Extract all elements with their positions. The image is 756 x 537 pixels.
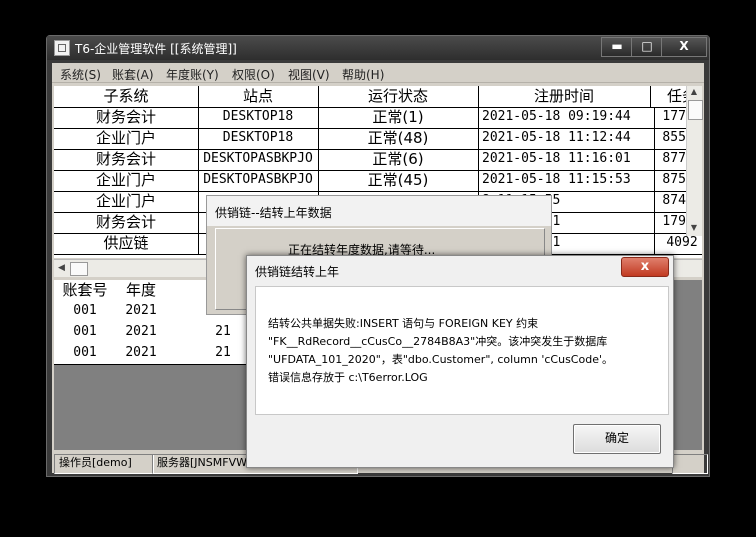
scroll-up-arrow-icon[interactable]: ▲ xyxy=(689,88,699,96)
table-cell[interactable]: 财务会计 xyxy=(54,212,199,234)
table-cell[interactable]: 2021-05-18 09:19:44 xyxy=(478,107,655,129)
menu-system[interactable]: 系统(S) xyxy=(60,66,101,83)
column-header[interactable]: 运行状态 xyxy=(318,86,479,108)
table-cell[interactable]: 企业门户 xyxy=(54,191,199,213)
menu-permission[interactable]: 权限(O) xyxy=(232,66,275,83)
scroll-left-arrow-icon[interactable]: ◀ xyxy=(58,263,65,273)
error-message-panel: 结转公共单据失败:INSERT 语句与 FOREIGN KEY 约束 "FK__… xyxy=(255,286,669,415)
table-cell[interactable]: 2021-05-18 11:16:01 xyxy=(478,149,655,171)
menu-bar: 系统(S) 账套(A) 年度账(Y) 权限(O) 视图(V) 帮助(H) xyxy=(52,63,704,83)
table-cell[interactable]: 2021 xyxy=(116,343,167,365)
error-dialog-titlebar[interactable]: 供销链结转上年 x xyxy=(247,256,673,282)
error-dialog: 供销链结转上年 x 结转公共单据失败:INSERT 语句与 FOREIGN KE… xyxy=(246,255,674,468)
ok-button[interactable]: 确定 xyxy=(573,424,661,454)
table-cell[interactable]: DESKTOPASBKPJO xyxy=(198,170,319,192)
table-cell[interactable]: 2021-05-18 11:15:53 xyxy=(478,170,655,192)
error-line: "FK__RdRecord__cCusCo__2784B8A3"冲突。该冲突发生… xyxy=(268,335,608,348)
menu-year-account[interactable]: 年度账(Y) xyxy=(166,66,219,83)
table-cell[interactable]: 企业门户 xyxy=(54,170,199,192)
table-cell[interactable]: 2021 xyxy=(116,301,167,323)
table-cell[interactable]: 财务会计 xyxy=(54,149,199,171)
error-dialog-title: 供销链结转上年 xyxy=(255,265,340,279)
close-icon[interactable]: x xyxy=(621,257,669,277)
table-cell[interactable]: 正常(1) xyxy=(318,107,479,129)
table-cell[interactable]: 4092 xyxy=(650,233,702,255)
error-line: 错误信息存放于 c:\T6error.LOG xyxy=(268,371,428,384)
table-cell[interactable]: 001 xyxy=(54,343,117,365)
menu-help[interactable]: 帮助(H) xyxy=(342,66,384,83)
column-header[interactable]: 年度 xyxy=(116,280,167,302)
status-operator: 操作员[demo] xyxy=(54,454,154,474)
table-cell[interactable]: 企业门户 xyxy=(54,128,199,150)
status-extra xyxy=(672,454,708,474)
close-button[interactable]: X xyxy=(661,37,707,57)
vertical-scrollbar[interactable]: ▲ ▼ xyxy=(686,86,703,236)
error-message: 结转公共单据失败:INSERT 语句与 FOREIGN KEY 约束 "FK__… xyxy=(268,315,664,387)
table-cell[interactable]: DESKTOP18 xyxy=(198,128,319,150)
window-title: T6-企业管理软件 [[系统管理]] xyxy=(75,42,237,56)
table-cell[interactable]: 正常(6) xyxy=(318,149,479,171)
table-cell[interactable]: 2021-05-18 11:12:44 xyxy=(478,128,655,150)
error-line: "UFDATA_101_2020"，表"dbo.Customer", colum… xyxy=(268,353,613,366)
column-header[interactable]: 子系统 xyxy=(54,86,199,108)
app-icon xyxy=(54,40,70,56)
horizontal-scroll-thumb[interactable] xyxy=(70,262,88,276)
table-cell[interactable]: 正常(45) xyxy=(318,170,479,192)
column-header[interactable]: 注册时间 xyxy=(478,86,651,108)
table-cell[interactable]: 001 xyxy=(54,301,117,323)
column-header[interactable]: 账套号 xyxy=(54,280,117,302)
scroll-down-arrow-icon[interactable]: ▼ xyxy=(689,224,699,232)
progress-dialog-titlebar[interactable]: 供销链--结转上年数据 xyxy=(207,196,551,226)
title-bar[interactable]: T6-企业管理软件 [[系统管理]] ▬ □ X xyxy=(47,36,709,60)
table-cell[interactable]: 供应链 xyxy=(54,233,199,255)
table-cell[interactable]: DESKTOP18 xyxy=(198,107,319,129)
table-cell[interactable]: 2021 xyxy=(116,322,167,344)
table-cell[interactable]: 财务会计 xyxy=(54,107,199,129)
vertical-scroll-thumb[interactable] xyxy=(688,100,703,120)
error-line: 结转公共单据失败:INSERT 语句与 FOREIGN KEY 约束 xyxy=(268,317,539,330)
minimize-button[interactable]: ▬ xyxy=(601,37,633,57)
table-cell[interactable]: 正常(48) xyxy=(318,128,479,150)
table-cell[interactable]: 001 xyxy=(54,322,117,344)
progress-dialog-title: 供销链--结转上年数据 xyxy=(215,206,332,220)
maximize-button[interactable]: □ xyxy=(631,37,663,57)
menu-view[interactable]: 视图(V) xyxy=(288,66,330,83)
menu-account[interactable]: 账套(A) xyxy=(112,66,154,83)
table-cell[interactable]: DESKTOPASBKPJO xyxy=(198,149,319,171)
column-header[interactable]: 站点 xyxy=(198,86,319,108)
